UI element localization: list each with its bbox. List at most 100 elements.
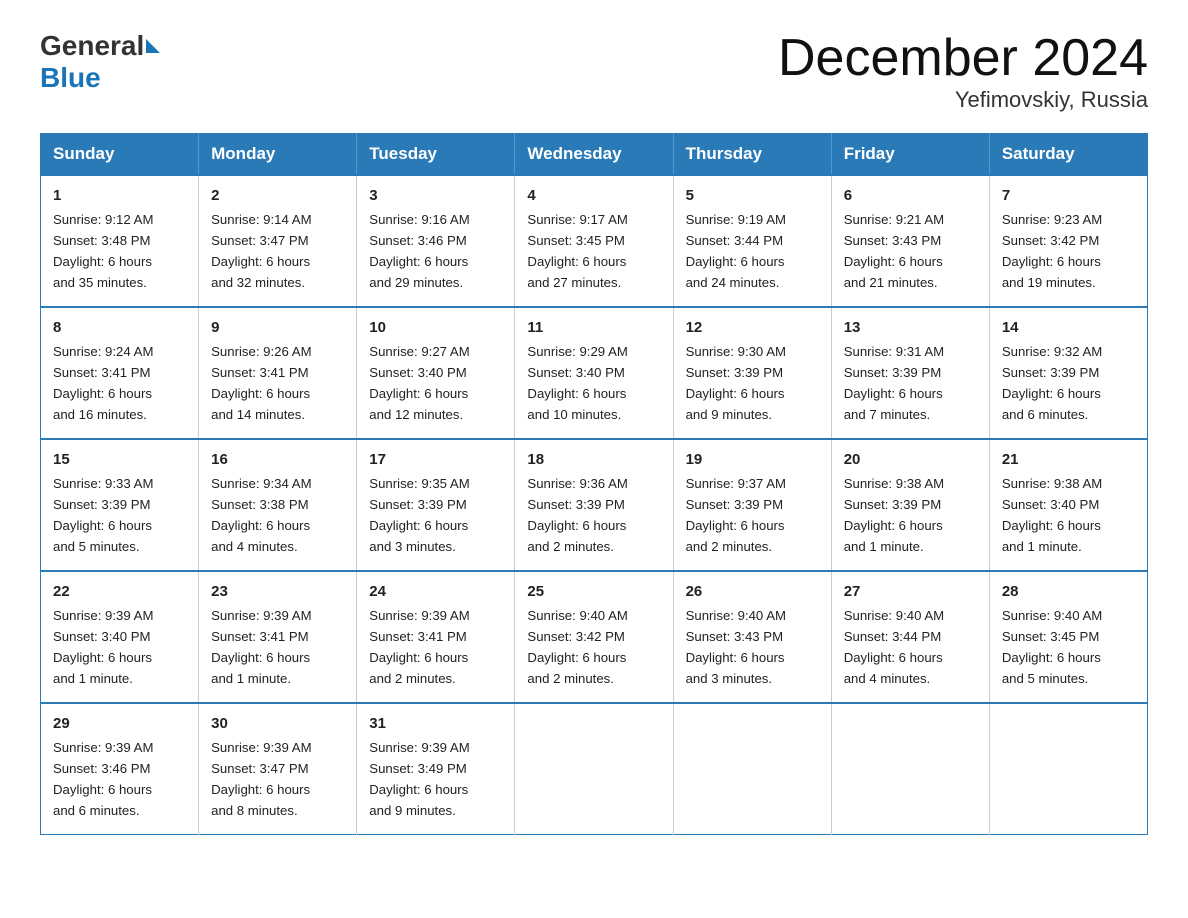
day-info: Sunrise: 9:14 AM Sunset: 3:47 PM Dayligh… xyxy=(211,212,311,290)
day-number: 16 xyxy=(211,448,344,471)
day-of-week-header: Tuesday xyxy=(357,134,515,176)
day-info: Sunrise: 9:21 AM Sunset: 3:43 PM Dayligh… xyxy=(844,212,944,290)
day-info: Sunrise: 9:17 AM Sunset: 3:45 PM Dayligh… xyxy=(527,212,627,290)
calendar-day-cell: 22 Sunrise: 9:39 AM Sunset: 3:40 PM Dayli… xyxy=(41,571,199,703)
calendar-day-cell xyxy=(831,703,989,834)
location-title: Yefimovskiy, Russia xyxy=(778,87,1148,113)
day-number: 26 xyxy=(686,580,819,603)
day-info: Sunrise: 9:39 AM Sunset: 3:47 PM Dayligh… xyxy=(211,740,311,818)
day-info: Sunrise: 9:38 AM Sunset: 3:40 PM Dayligh… xyxy=(1002,476,1102,554)
day-of-week-header: Saturday xyxy=(989,134,1147,176)
calendar-day-cell: 31Sunrise: 9:39 AM Sunset: 3:49 PM Dayli… xyxy=(357,703,515,834)
logo-general-text: General xyxy=(40,30,144,62)
day-info: Sunrise: 9:37 AM Sunset: 3:39 PM Dayligh… xyxy=(686,476,786,554)
day-info: Sunrise: 9:29 AM Sunset: 3:40 PM Dayligh… xyxy=(527,344,627,422)
day-info: Sunrise: 9:16 AM Sunset: 3:46 PM Dayligh… xyxy=(369,212,469,290)
calendar-day-cell: 4 Sunrise: 9:17 AM Sunset: 3:45 PM Daylig… xyxy=(515,175,673,307)
calendar-day-cell: 29 Sunrise: 9:39 AM Sunset: 3:46 PM Dayli… xyxy=(41,703,199,834)
day-info: Sunrise: 9:26 AM Sunset: 3:41 PM Dayligh… xyxy=(211,344,311,422)
calendar-header-row: SundayMondayTuesdayWednesdayThursdayFrid… xyxy=(41,134,1148,176)
day-number: 6 xyxy=(844,184,977,207)
calendar-week-row: 15Sunrise: 9:33 AM Sunset: 3:39 PM Dayli… xyxy=(41,439,1148,571)
day-number: 12 xyxy=(686,316,819,339)
day-info: Sunrise: 9:24 AM Sunset: 3:41 PM Dayligh… xyxy=(53,344,153,422)
day-number: 29 xyxy=(53,712,186,735)
calendar-day-cell: 7 Sunrise: 9:23 AM Sunset: 3:42 PM Daylig… xyxy=(989,175,1147,307)
day-number: 9 xyxy=(211,316,344,339)
day-number: 20 xyxy=(844,448,977,471)
calendar-day-cell: 6 Sunrise: 9:21 AM Sunset: 3:43 PM Daylig… xyxy=(831,175,989,307)
calendar-day-cell: 28 Sunrise: 9:40 AM Sunset: 3:45 PM Dayli… xyxy=(989,571,1147,703)
day-number: 10 xyxy=(369,316,502,339)
calendar-day-cell: 26 Sunrise: 9:40 AM Sunset: 3:43 PM Dayli… xyxy=(673,571,831,703)
day-number: 25 xyxy=(527,580,660,603)
day-info: Sunrise: 9:39 AM Sunset: 3:46 PM Dayligh… xyxy=(53,740,153,818)
day-info: Sunrise: 9:23 AM Sunset: 3:42 PM Dayligh… xyxy=(1002,212,1102,290)
calendar-day-cell: 20 Sunrise: 9:38 AM Sunset: 3:39 PM Dayli… xyxy=(831,439,989,571)
calendar-day-cell: 12 Sunrise: 9:30 AM Sunset: 3:39 PM Dayli… xyxy=(673,307,831,439)
calendar-day-cell: 10 Sunrise: 9:27 AM Sunset: 3:40 PM Dayli… xyxy=(357,307,515,439)
day-number: 22 xyxy=(53,580,186,603)
day-number: 13 xyxy=(844,316,977,339)
calendar-day-cell: 16 Sunrise: 9:34 AM Sunset: 3:38 PM Dayli… xyxy=(199,439,357,571)
day-number: 8 xyxy=(53,316,186,339)
day-number: 17 xyxy=(369,448,502,471)
calendar-week-row: 8 Sunrise: 9:24 AM Sunset: 3:41 PM Daylig… xyxy=(41,307,1148,439)
calendar-day-cell: 25Sunrise: 9:40 AM Sunset: 3:42 PM Dayli… xyxy=(515,571,673,703)
day-info: Sunrise: 9:40 AM Sunset: 3:45 PM Dayligh… xyxy=(1002,608,1102,686)
calendar-week-row: 1Sunrise: 9:12 AM Sunset: 3:48 PM Daylig… xyxy=(41,175,1148,307)
day-info: Sunrise: 9:32 AM Sunset: 3:39 PM Dayligh… xyxy=(1002,344,1102,422)
calendar-day-cell xyxy=(989,703,1147,834)
day-info: Sunrise: 9:39 AM Sunset: 3:40 PM Dayligh… xyxy=(53,608,153,686)
day-info: Sunrise: 9:36 AM Sunset: 3:39 PM Dayligh… xyxy=(527,476,627,554)
calendar-day-cell: 9 Sunrise: 9:26 AM Sunset: 3:41 PM Daylig… xyxy=(199,307,357,439)
calendar-day-cell: 11 Sunrise: 9:29 AM Sunset: 3:40 PM Dayli… xyxy=(515,307,673,439)
calendar-day-cell: 18 Sunrise: 9:36 AM Sunset: 3:39 PM Dayli… xyxy=(515,439,673,571)
calendar-day-cell: 15Sunrise: 9:33 AM Sunset: 3:39 PM Dayli… xyxy=(41,439,199,571)
calendar-day-cell: 8 Sunrise: 9:24 AM Sunset: 3:41 PM Daylig… xyxy=(41,307,199,439)
month-title: December 2024 xyxy=(778,30,1148,87)
day-number: 5 xyxy=(686,184,819,207)
day-number: 7 xyxy=(1002,184,1135,207)
calendar-day-cell: 30Sunrise: 9:39 AM Sunset: 3:47 PM Dayli… xyxy=(199,703,357,834)
day-info: Sunrise: 9:19 AM Sunset: 3:44 PM Dayligh… xyxy=(686,212,786,290)
day-info: Sunrise: 9:38 AM Sunset: 3:39 PM Dayligh… xyxy=(844,476,944,554)
day-info: Sunrise: 9:40 AM Sunset: 3:43 PM Dayligh… xyxy=(686,608,786,686)
calendar-day-cell: 23Sunrise: 9:39 AM Sunset: 3:41 PM Dayli… xyxy=(199,571,357,703)
calendar-day-cell: 3 Sunrise: 9:16 AM Sunset: 3:46 PM Daylig… xyxy=(357,175,515,307)
calendar-day-cell: 24Sunrise: 9:39 AM Sunset: 3:41 PM Dayli… xyxy=(357,571,515,703)
calendar-week-row: 29 Sunrise: 9:39 AM Sunset: 3:46 PM Dayli… xyxy=(41,703,1148,834)
day-number: 24 xyxy=(369,580,502,603)
day-info: Sunrise: 9:30 AM Sunset: 3:39 PM Dayligh… xyxy=(686,344,786,422)
day-number: 1 xyxy=(53,184,186,207)
calendar-week-row: 22 Sunrise: 9:39 AM Sunset: 3:40 PM Dayli… xyxy=(41,571,1148,703)
day-number: 4 xyxy=(527,184,660,207)
title-section: December 2024 Yefimovskiy, Russia xyxy=(778,30,1148,113)
day-info: Sunrise: 9:40 AM Sunset: 3:44 PM Dayligh… xyxy=(844,608,944,686)
calendar-day-cell: 27 Sunrise: 9:40 AM Sunset: 3:44 PM Dayli… xyxy=(831,571,989,703)
day-number: 21 xyxy=(1002,448,1135,471)
day-number: 18 xyxy=(527,448,660,471)
calendar-day-cell: 14Sunrise: 9:32 AM Sunset: 3:39 PM Dayli… xyxy=(989,307,1147,439)
day-number: 3 xyxy=(369,184,502,207)
calendar-day-cell: 21 Sunrise: 9:38 AM Sunset: 3:40 PM Dayli… xyxy=(989,439,1147,571)
day-number: 31 xyxy=(369,712,502,735)
day-number: 2 xyxy=(211,184,344,207)
day-number: 15 xyxy=(53,448,186,471)
calendar-day-cell: 19 Sunrise: 9:37 AM Sunset: 3:39 PM Dayli… xyxy=(673,439,831,571)
day-of-week-header: Sunday xyxy=(41,134,199,176)
day-info: Sunrise: 9:35 AM Sunset: 3:39 PM Dayligh… xyxy=(369,476,469,554)
day-number: 11 xyxy=(527,316,660,339)
day-of-week-header: Monday xyxy=(199,134,357,176)
day-info: Sunrise: 9:34 AM Sunset: 3:38 PM Dayligh… xyxy=(211,476,311,554)
day-number: 27 xyxy=(844,580,977,603)
logo: General Blue xyxy=(40,30,162,94)
day-number: 19 xyxy=(686,448,819,471)
calendar-day-cell: 1Sunrise: 9:12 AM Sunset: 3:48 PM Daylig… xyxy=(41,175,199,307)
calendar-day-cell: 17 Sunrise: 9:35 AM Sunset: 3:39 PM Dayli… xyxy=(357,439,515,571)
day-number: 28 xyxy=(1002,580,1135,603)
calendar-day-cell: 2 Sunrise: 9:14 AM Sunset: 3:47 PM Daylig… xyxy=(199,175,357,307)
day-info: Sunrise: 9:39 AM Sunset: 3:41 PM Dayligh… xyxy=(211,608,311,686)
day-info: Sunrise: 9:27 AM Sunset: 3:40 PM Dayligh… xyxy=(369,344,469,422)
calendar-day-cell xyxy=(515,703,673,834)
